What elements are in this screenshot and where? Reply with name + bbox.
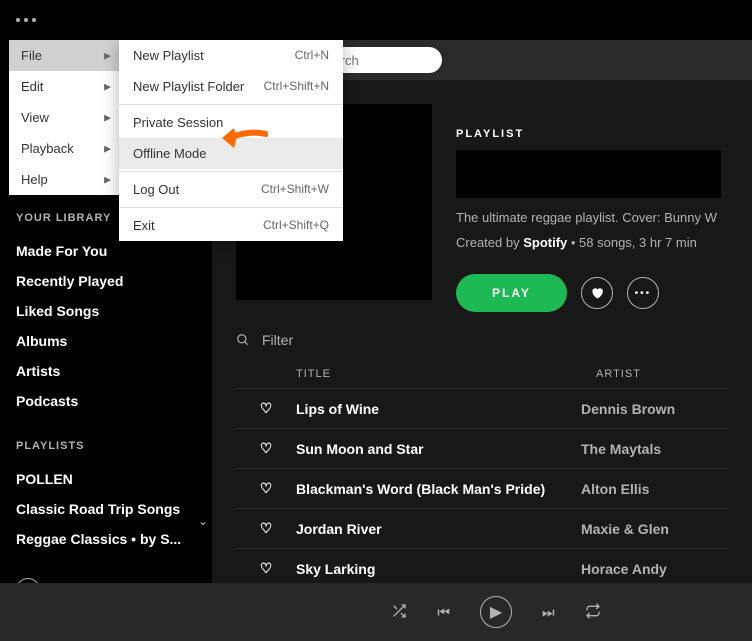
filter-label: Filter (262, 332, 293, 348)
play-button[interactable]: PLAY (456, 274, 567, 312)
menubar-item[interactable]: Edit▶ (9, 71, 119, 102)
playlist-description: The ultimate reggae playlist. Cover: Bun… (456, 210, 721, 225)
prev-button[interactable]: ⏮ (437, 604, 450, 621)
sidebar-playlist-item[interactable]: Classic Road Trip Songs (16, 494, 196, 524)
sidebar-playlist-item[interactable]: POLLEN (16, 464, 196, 494)
submenu-arrow-icon: ▶ (104, 112, 111, 123)
more-button[interactable]: ••• (627, 277, 659, 309)
column-title[interactable]: TITLE (296, 368, 596, 380)
track-title: Blackman's Word (Black Man's Pride) (296, 481, 581, 497)
playlist-meta: Created by Spotify • 58 songs, 3 hr 7 mi… (456, 235, 721, 250)
track-artist[interactable]: Horace Andy (581, 561, 667, 577)
submenu-arrow-icon: ▶ (104, 50, 111, 61)
like-track-button[interactable]: ♡ (236, 480, 296, 497)
next-button[interactable]: ⏭ (542, 604, 555, 621)
menu-item[interactable]: Private Session (119, 107, 343, 138)
menubar-menu: File▶Edit▶View▶Playback▶Help▶ (9, 40, 119, 195)
track-title: Sky Larking (296, 561, 581, 577)
table-header: TITLE ARTIST (236, 368, 728, 388)
like-track-button[interactable]: ♡ (236, 560, 296, 577)
more-icon[interactable] (16, 18, 36, 22)
sidebar-playlist-item[interactable]: Reggae Classics • by S... (16, 524, 196, 554)
menu-item[interactable]: New PlaylistCtrl+N (119, 40, 343, 71)
submenu-arrow-icon: ▶ (104, 143, 111, 154)
menubar-item[interactable]: File▶ (9, 40, 119, 71)
playlist-type-label: PLAYLIST (456, 128, 721, 140)
shuffle-icon (391, 603, 407, 619)
search-icon (236, 333, 250, 347)
track-row[interactable]: ♡Jordan RiverMaxie & Glen (236, 508, 728, 548)
menu-item[interactable]: New Playlist FolderCtrl+Shift+N (119, 71, 343, 102)
menu-item[interactable]: Log OutCtrl+Shift+W (119, 174, 343, 205)
sidebar-item[interactable]: Podcasts (16, 386, 196, 416)
shuffle-button[interactable] (391, 603, 407, 622)
playlist-title (456, 150, 721, 198)
submenu-arrow-icon: ▶ (104, 174, 111, 185)
file-menu: New PlaylistCtrl+NNew Playlist FolderCtr… (119, 40, 343, 241)
like-track-button[interactable]: ♡ (236, 520, 296, 537)
playlists-label: PLAYLISTS (16, 440, 196, 452)
menubar-item[interactable]: Help▶ (9, 164, 119, 195)
filter-row[interactable]: Filter (236, 332, 728, 348)
repeat-icon (585, 603, 601, 619)
sidebar-item[interactable]: Artists (16, 356, 196, 386)
track-row[interactable]: ♡Sky LarkingHorace Andy (236, 548, 728, 583)
sidebar-item[interactable]: Albums (16, 326, 196, 356)
track-artist[interactable]: The Maytals (581, 441, 661, 457)
track-artist[interactable]: Maxie & Glen (581, 521, 669, 537)
track-title: Jordan River (296, 521, 581, 537)
sidebar-item[interactable]: Liked Songs (16, 296, 196, 326)
track-artist[interactable]: Dennis Brown (581, 401, 675, 417)
menu-item[interactable]: ExitCtrl+Shift+Q (119, 210, 343, 241)
play-pause-button[interactable]: ▶ (480, 596, 512, 628)
track-row[interactable]: ♡Blackman's Word (Black Man's Pride)Alto… (236, 468, 728, 508)
track-artist[interactable]: Alton Ellis (581, 481, 649, 497)
like-track-button[interactable]: ♡ (236, 440, 296, 457)
heart-icon (590, 286, 604, 300)
track-row[interactable]: ♡Sun Moon and StarThe Maytals (236, 428, 728, 468)
track-title: Lips of Wine (296, 401, 581, 417)
titlebar (0, 0, 752, 40)
track-title: Sun Moon and Star (296, 441, 581, 457)
menubar-item[interactable]: Playback▶ (9, 133, 119, 164)
menubar-item[interactable]: View▶ (9, 102, 119, 133)
track-row[interactable]: ♡Lips of WineDennis Brown (236, 388, 728, 428)
repeat-button[interactable] (585, 603, 601, 622)
chevron-down-icon[interactable]: ⌄ (198, 514, 208, 528)
like-button[interactable] (581, 277, 613, 309)
dots-icon: ••• (635, 288, 652, 299)
submenu-arrow-icon: ▶ (104, 81, 111, 92)
column-artist[interactable]: ARTIST (596, 368, 641, 380)
menu-item[interactable]: Offline Mode (119, 138, 343, 169)
like-track-button[interactable]: ♡ (236, 400, 296, 417)
player-bar: ⏮ ▶ ⏭ (0, 583, 752, 641)
sidebar-item[interactable]: Recently Played (16, 266, 196, 296)
play-icon: ▶ (490, 602, 502, 622)
